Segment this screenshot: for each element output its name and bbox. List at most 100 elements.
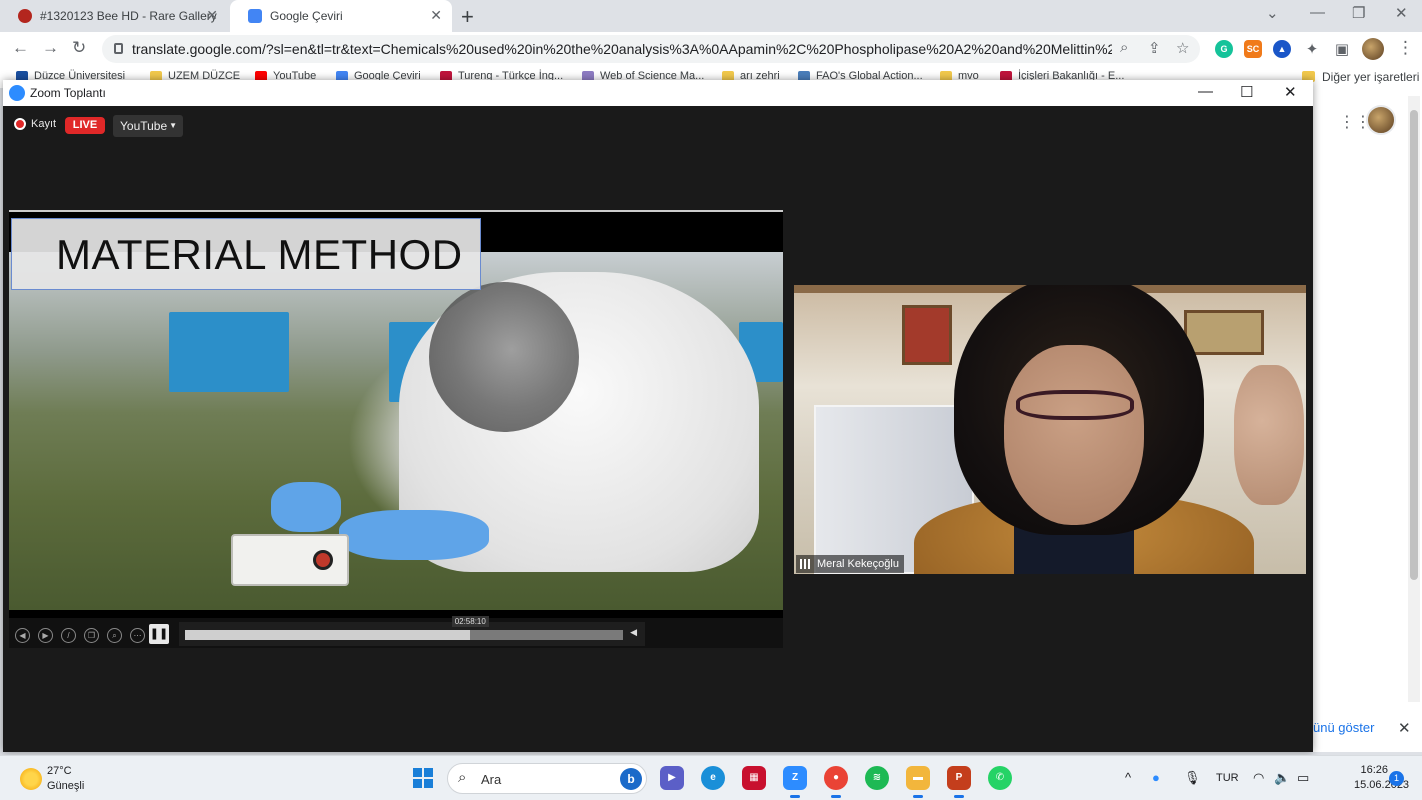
participant-name: Meral Kekeçoğlu	[817, 558, 899, 570]
background-page	[1313, 88, 1422, 752]
venom-collector-device-image	[231, 534, 349, 586]
search-icon: ⌕	[458, 769, 467, 786]
zoom-maximize-icon[interactable]: ☐	[1240, 83, 1253, 101]
weather-condition[interactable]: Güneşli	[47, 780, 84, 792]
input-language[interactable]: TUR	[1216, 772, 1239, 784]
bing-icon[interactable]: b	[620, 768, 642, 790]
beekeeper-veil-image	[429, 282, 579, 432]
bookmark-star-icon[interactable]: ☆	[1176, 39, 1189, 57]
edge-icon[interactable]: e	[701, 766, 725, 790]
beehive-image	[169, 312, 289, 392]
seek-track[interactable]: 02:58:10	[185, 616, 623, 640]
app-icon[interactable]: ▦	[742, 766, 766, 790]
google-account-avatar[interactable]	[1366, 105, 1396, 135]
close-tab-icon[interactable]: ✕	[430, 7, 442, 24]
browser-tab-strip: #1320123 Bee HD - Rare Gallery ✕ Google …	[0, 0, 1422, 32]
participant-video-tile[interactable]: Meral Kekeçoğlu	[794, 285, 1306, 574]
sun-weather-icon[interactable]	[20, 768, 42, 790]
share-icon[interactable]: ⇪	[1148, 39, 1161, 57]
file-explorer-icon[interactable]: ▬	[906, 766, 930, 798]
back-arrow-icon[interactable]: ←	[12, 38, 29, 58]
minimize-icon[interactable]: —	[1310, 4, 1325, 21]
microphone-icon[interactable]: 🎙	[1184, 770, 1201, 786]
more-options-icon[interactable]: ⋯	[130, 628, 145, 643]
plaque-image	[1184, 310, 1264, 355]
shared-screen: MATERIAL METHOD	[9, 210, 783, 648]
slide-title-box: MATERIAL METHOD	[11, 218, 481, 290]
tab-google-translate[interactable]: Google Çeviri ✕	[230, 0, 452, 32]
whatsapp-icon[interactable]: ✆	[988, 766, 1012, 790]
zoom-minimize-icon[interactable]: —	[1198, 83, 1213, 100]
lock-icon	[114, 43, 123, 54]
restore-icon[interactable]: ❐	[1352, 4, 1365, 22]
media-controls: ◀ ▶ / ❐ ⌕ ⋯ ❚❚ 02:58:10 ◀	[9, 616, 783, 648]
spotify-icon[interactable]: ≋	[865, 766, 889, 790]
tab-search-chevron-icon[interactable]: ⌄	[1266, 4, 1279, 22]
zoom-magnifier-icon[interactable]: ⌕	[1120, 39, 1128, 56]
clock-date: 15.06.2023	[1354, 779, 1410, 791]
close-window-icon[interactable]: ✕	[1395, 4, 1408, 22]
tab-bee-gallery[interactable]: #1320123 Bee HD - Rare Gallery ✕	[0, 0, 228, 32]
pen-icon[interactable]: /	[61, 628, 76, 643]
live-badge[interactable]: LIVE	[65, 117, 105, 134]
video-seekbar[interactable]: 02:58:10 ◀	[179, 616, 645, 646]
battery-icon[interactable]: ▭	[1297, 770, 1309, 786]
scrollbar-thumb[interactable]	[1410, 110, 1418, 580]
previous-icon[interactable]: ◀	[15, 628, 30, 643]
beekeeper-video-frame	[9, 252, 783, 610]
side-panel-icon[interactable]: ▣	[1333, 40, 1351, 58]
signal-strength-icon	[800, 559, 812, 569]
powerpoint-icon[interactable]: P	[947, 766, 971, 798]
system-clock[interactable]: 16:26 15.06.2023	[1354, 764, 1410, 791]
pause-button[interactable]: ❚❚	[149, 624, 169, 644]
copy-icon[interactable]: ❐	[84, 628, 99, 643]
stream-target-label: YouTube	[120, 119, 168, 133]
reload-icon[interactable]: ↻	[72, 38, 86, 58]
new-tab-icon[interactable]: +	[461, 4, 474, 30]
volume-icon[interactable]: ◀	[630, 627, 637, 638]
dismiss-close-icon[interactable]: ✕	[1398, 719, 1411, 737]
other-bookmarks-folder[interactable]: Diğer yer işaretleri	[1302, 70, 1419, 84]
teams-icon[interactable]: ▶	[660, 766, 684, 790]
speaker-volume-icon[interactable]: 🔈	[1274, 770, 1290, 786]
zoom-tray-icon[interactable]: ●	[1152, 770, 1160, 785]
chrome-icon[interactable]: ●	[824, 766, 848, 798]
windows-start-icon[interactable]	[413, 768, 433, 788]
forward-arrow-icon[interactable]: →	[42, 38, 59, 58]
tab-title: #1320123 Bee HD - Rare Gallery	[40, 9, 217, 23]
page-scrollbar[interactable]	[1408, 96, 1420, 702]
sc-extension-icon[interactable]: SC	[1244, 40, 1262, 58]
recording-indicator[interactable]: Kayıt	[14, 118, 56, 130]
grammarly-extension-icon[interactable]: G	[1215, 40, 1233, 58]
rare-gallery-favicon-icon	[18, 9, 32, 23]
show-link[interactable]: ünü göster	[1313, 720, 1374, 735]
show-hidden-icons-chevron-icon[interactable]: ^	[1125, 770, 1131, 785]
glove-image	[339, 510, 489, 560]
address-bar[interactable]: translate.google.com/?sl=en&tl=tr&text=C…	[102, 35, 1200, 63]
zoom-meeting-window: Zoom Toplantı — ☐ ✕ Kayıt LIVE YouTube ▼…	[3, 80, 1313, 752]
zoom-icon[interactable]: Z	[783, 766, 807, 798]
mortarboard-extension-icon[interactable]: ▲	[1273, 40, 1291, 58]
zoom-title-bar: Zoom Toplantı — ☐ ✕	[3, 80, 1313, 106]
google-translate-favicon-icon	[248, 9, 262, 23]
notification-badge[interactable]: 1	[1389, 771, 1404, 786]
weather-temperature[interactable]: 27°C	[47, 765, 72, 777]
profile-avatar[interactable]	[1362, 38, 1384, 60]
speaker-glasses-image	[1016, 390, 1134, 420]
seek-time-tooltip: 02:58:10	[451, 616, 489, 627]
search-placeholder: Ara	[481, 772, 502, 787]
dropdown-caret-icon: ▼	[169, 121, 177, 130]
more-menu-icon[interactable]: ⋮	[1397, 38, 1414, 58]
zoom-logo-icon	[9, 85, 25, 101]
next-icon[interactable]: ▶	[38, 628, 53, 643]
tab-title: Google Çeviri	[270, 9, 343, 23]
clock-time: 16:26	[1360, 764, 1388, 776]
zoom-lens-icon[interactable]: ⌕	[107, 628, 122, 643]
zoom-close-icon[interactable]: ✕	[1284, 83, 1297, 101]
live-stream-target-dropdown[interactable]: YouTube ▼	[113, 115, 183, 137]
extensions-puzzle-icon[interactable]: ✦	[1303, 40, 1321, 58]
taskbar-search-box[interactable]: ⌕ Ara b	[447, 763, 647, 794]
slide-title: MATERIAL METHOD	[56, 231, 463, 278]
close-tab-icon[interactable]: ✕	[206, 7, 218, 24]
wifi-icon[interactable]: ◠	[1253, 770, 1264, 786]
